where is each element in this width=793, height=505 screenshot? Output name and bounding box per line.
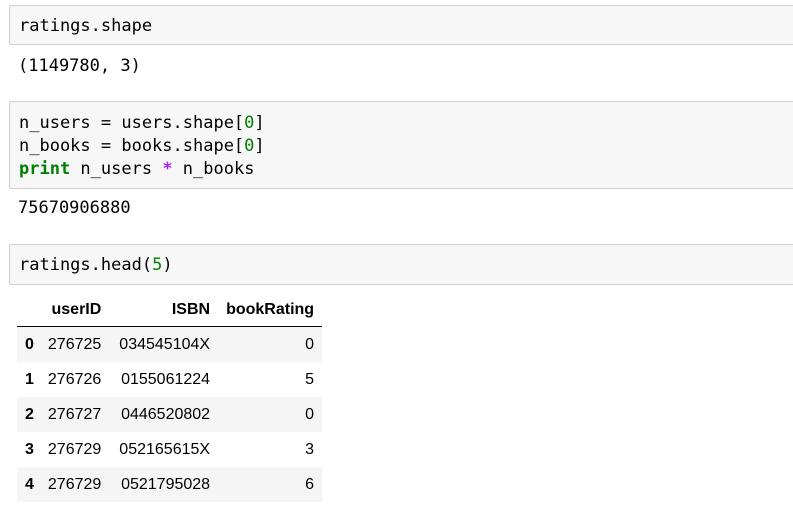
cell-isbn: 0155061224 [121,370,211,388]
code-operator: * [162,159,173,179]
code-number: 0 [244,113,255,133]
table-row: 3 276729 052165615X 3 [17,432,322,467]
cell-2-output: 75670906880 [18,198,131,218]
code-text: n_books [172,159,255,179]
cell-isbn: 034545104X [119,335,211,353]
code-line: n_books = books.shape[0] [19,135,793,158]
dataframe-table: userID ISBN bookRating 0 276725 03454510… [17,294,323,502]
cell-bookrating: 0 [305,335,315,353]
cell-bookrating: 6 [305,475,315,493]
column-header-bookrating: bookRating [218,294,323,327]
code-line: print n_users * n_books [19,158,793,181]
code-number: 5 [152,255,163,275]
cell-bookrating: 3 [305,440,315,458]
row-index: 4 [25,475,34,493]
column-header-userid: userID [39,294,110,327]
cell-userid: 276729 [47,440,102,458]
code-line: ratings.shape [19,16,153,36]
code-cell-3-input[interactable]: ratings.head(5) [9,244,793,285]
cell-1-output: (1149780, 3) [18,56,141,76]
code-keyword: print [19,159,71,179]
cell-isbn: 0521795028 [121,475,211,493]
code-line: ratings.head(5) [19,254,793,277]
cell-userid: 276729 [47,475,102,493]
index-header [17,294,40,327]
code-text: ratings.head( [19,255,153,275]
code-line: n_users = users.shape[0] [19,112,793,135]
row-index: 2 [25,405,34,423]
code-text: ] [254,136,265,156]
cell-userid: 276727 [47,405,102,423]
code-text: n_books = books.shape[ [19,136,245,156]
table-header-row: userID ISBN bookRating [17,294,323,327]
code-cell-2-input[interactable]: n_users = users.shape[0] n_books = books… [9,101,793,189]
code-text: ] [254,113,265,133]
cell-userid: 276726 [47,370,102,388]
table-row: 2 276727 0446520802 0 [17,397,323,432]
cell-bookrating: 5 [305,370,315,388]
cell-userid: 276725 [47,335,102,353]
table-row: 1 276726 0155061224 5 [17,362,322,397]
cell-isbn: 052165615X [119,440,211,458]
code-cell-1-input[interactable]: ratings.shape [9,5,793,45]
row-index: 3 [25,440,34,458]
cell-isbn: 0446520802 [121,405,211,423]
column-header-isbn: ISBN [109,294,219,327]
table-row: 4 276729 0521795028 6 [17,467,323,502]
code-text: n_users = users.shape[ [19,113,245,133]
table-row: 0 276725 034545104X 0 [17,326,323,362]
code-text: n_users [70,159,163,179]
code-number: 0 [244,136,255,156]
code-text: ) [162,255,173,275]
row-index: 1 [25,370,34,388]
row-index: 0 [25,335,34,353]
cell-bookrating: 0 [305,405,315,423]
